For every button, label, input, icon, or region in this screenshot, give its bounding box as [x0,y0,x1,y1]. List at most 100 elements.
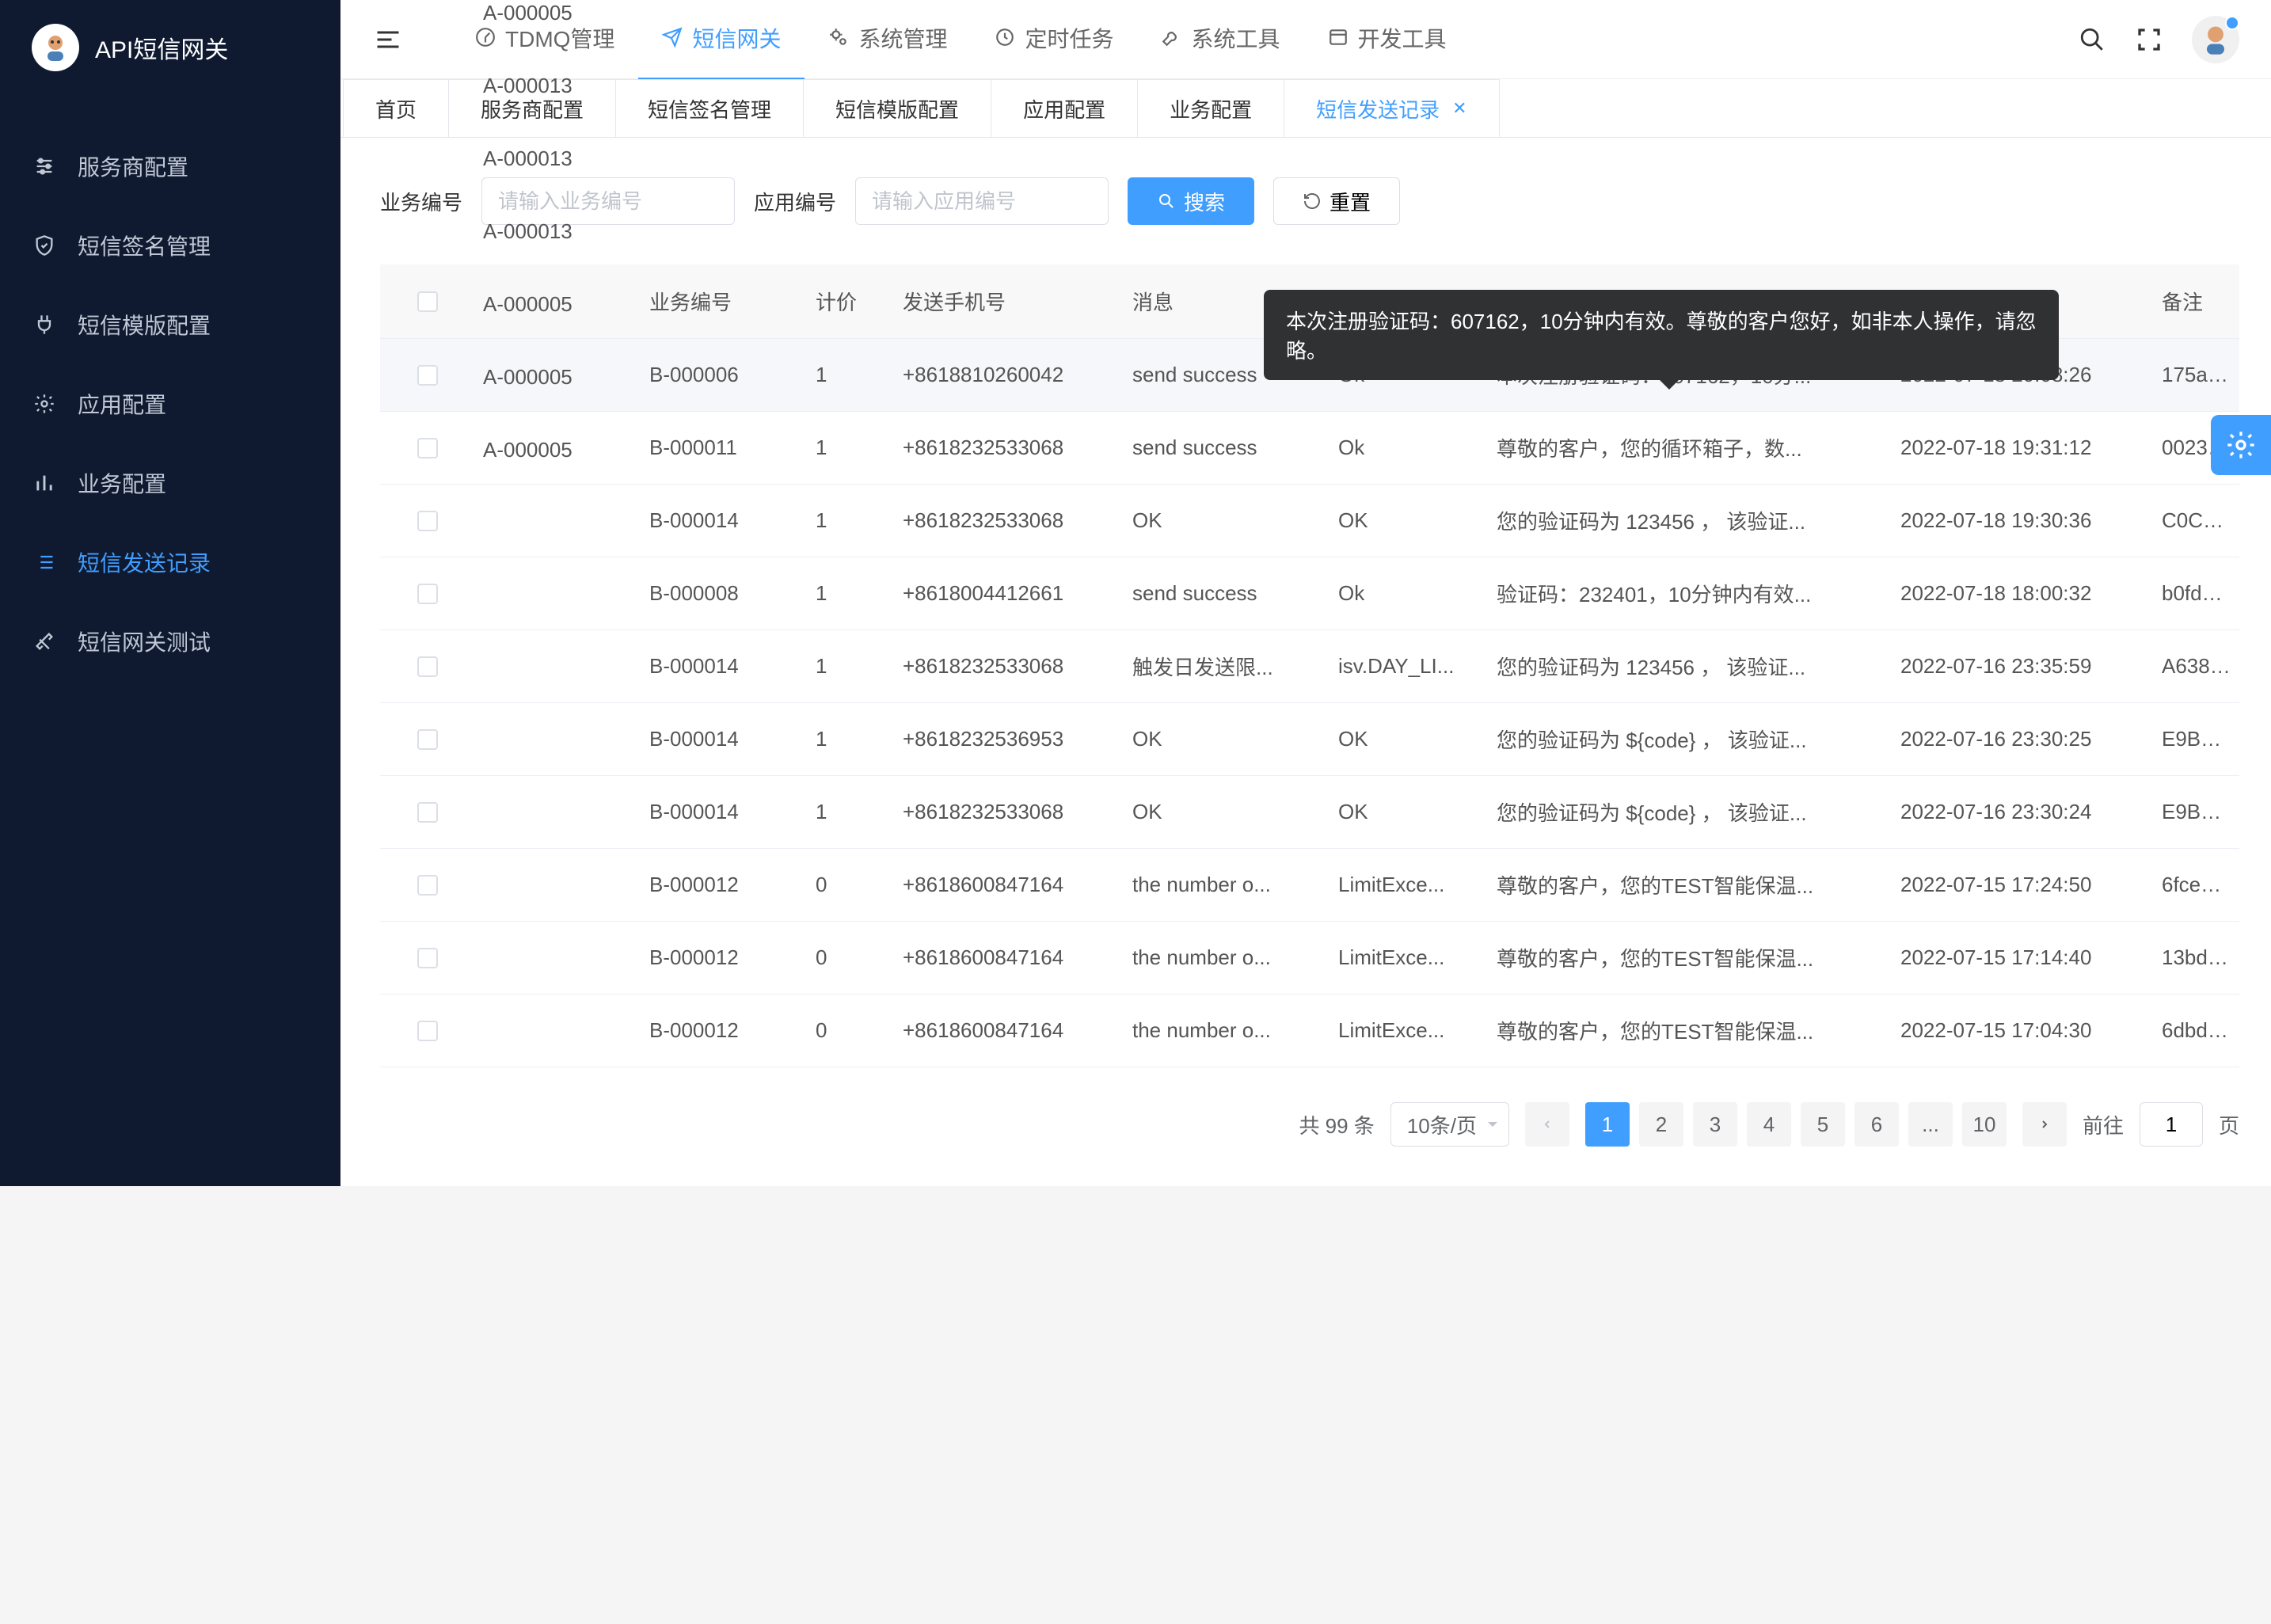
table-row[interactable]: A-000005 B-000012 0 +8618600847164 the n… [380,922,2239,995]
cell-msg: 触发日发送限... [1124,652,1330,681]
topnav-item-5[interactable]: 开发工具 [1304,0,1470,80]
topnav-item-3[interactable]: 定时任务 [971,0,1137,80]
cell-biz: B-000012 [641,945,808,970]
sidebar-item-1[interactable]: 短信签名管理 [0,206,340,285]
search-button[interactable]: 搜索 [1128,177,1254,225]
table-row[interactable]: A-000013 B-000014 1 +8618232536953 OK OK… [380,703,2239,776]
row-checkbox[interactable] [417,875,438,896]
cell-note: 6fcea153-... [2154,873,2239,897]
cell-body: 尊敬的客户，您的TEST智能保温... [1489,1016,1892,1045]
sidebar-item-label: 短信签名管理 [78,230,211,261]
reset-button[interactable]: 重置 [1273,177,1400,225]
top-nav: TDMQ管理短信网关系统管理定时任务系统工具开发工具 [451,0,2054,80]
topnav-item-label: 定时任务 [1025,22,1113,54]
cell-body: 尊敬的客户，您的TEST智能保温... [1489,870,1892,899]
select-all-checkbox[interactable] [417,291,438,312]
tab-0[interactable]: 首页 [343,79,449,137]
table-row[interactable]: A-000005 B-000012 0 +8618600847164 the n… [380,849,2239,922]
page-button-2[interactable]: 2 [1639,1102,1683,1147]
cell-time: 2022-07-15 17:24:50 [1892,873,2154,897]
goto-input[interactable] [2140,1102,2203,1147]
tab-label: 首页 [375,94,417,124]
tools-icon [32,629,57,654]
cell-time: 2022-07-18 19:31:12 [1892,435,2154,460]
row-checkbox[interactable] [417,438,438,458]
table-row[interactable]: A-000013 B-000014 1 +8618232533068 OK OK… [380,776,2239,849]
cell-biz: B-000014 [641,727,808,751]
row-checkbox[interactable] [417,948,438,968]
tab-2[interactable]: 短信签名管理 [615,79,804,137]
table-row[interactable]: A-000005 B-000011 1 +8618232533068 send … [380,412,2239,485]
page-button-4[interactable]: 4 [1747,1102,1791,1147]
page-size-select[interactable]: 10条/页 [1390,1102,1509,1147]
row-checkbox[interactable] [417,802,438,823]
row-checkbox[interactable] [417,729,438,750]
topnav-item-4[interactable]: 系统工具 [1137,0,1303,80]
cell-msg: send success [1124,581,1330,606]
page-button-1[interactable]: 1 [1585,1102,1630,1147]
cell-msg: OK [1124,800,1330,824]
search-icon [1157,192,1176,211]
table-row[interactable]: A-000005 B-000008 1 +8618004412661 send … [380,557,2239,630]
cell-biz: B-000014 [641,654,808,679]
col-count: 计价 [808,287,895,316]
cell-count: 0 [808,873,895,897]
prev-page-button[interactable] [1525,1102,1569,1147]
fullscreen-icon[interactable] [2135,25,2163,54]
cell-msg: the number o... [1124,945,1330,970]
cell-biz: B-000012 [641,1018,808,1043]
row-checkbox[interactable] [417,1021,438,1041]
table-row[interactable]: A-000013 B-000014 1 +8618232533068 触发日发送… [380,630,2239,703]
row-checkbox-cell [380,656,475,677]
settings-float-button[interactable] [2211,415,2271,475]
cell-time: 2022-07-15 17:04:30 [1892,1018,2154,1043]
sidebar-item-label: 业务配置 [78,467,166,499]
cell-count: 1 [808,727,895,751]
cell-time: 2022-07-18 19:30:36 [1892,508,2154,533]
cell-code: LimitExce... [1330,945,1489,970]
sidebar-item-4[interactable]: 业务配置 [0,443,340,523]
page-button-6[interactable]: 6 [1854,1102,1899,1147]
cell-phone: +8618232533068 [895,800,1124,824]
next-page-button[interactable] [2022,1102,2067,1147]
tab-5[interactable]: 业务配置 [1137,79,1284,137]
topnav-item-2[interactable]: 系统管理 [805,0,971,80]
table-row[interactable]: A-000005 B-000012 0 +8618600847164 the n… [380,995,2239,1067]
cell-code: Ok [1330,435,1489,460]
cell-body: 您的验证码为 ${code} ， 该验证... [1489,725,1892,754]
cell-msg: the number o... [1124,1018,1330,1043]
tab-label: 短信发送记录 [1316,94,1440,124]
page-button-10[interactable]: 10 [1962,1102,2007,1147]
cell-count: 1 [808,654,895,679]
tab-6[interactable]: 短信发送记录 ✕ [1284,79,1499,137]
sidebar-item-5[interactable]: 短信发送记录 [0,523,340,602]
tab-3[interactable]: 短信模版配置 [803,79,991,137]
cell-count: 1 [808,435,895,460]
cell-body: 尊敬的客户，您的循环箱子，数... [1489,433,1892,462]
sidebar-item-2[interactable]: 短信模版配置 [0,285,340,364]
filter-bar: 业务编号 应用编号 搜索 重置 [380,177,2239,225]
app-id-input[interactable] [855,177,1109,225]
cell-body: 您的验证码为 123456 ， 该验证... [1489,506,1892,535]
close-icon[interactable]: ✕ [1452,98,1466,119]
row-checkbox[interactable] [417,656,438,677]
row-checkbox-cell [380,365,475,386]
tab-4[interactable]: 应用配置 [991,79,1138,137]
sidebar-item-3[interactable]: 应用配置 [0,364,340,443]
sidebar-item-0[interactable]: 服务商配置 [0,127,340,206]
user-avatar[interactable] [2192,16,2239,63]
sidebar-item-label: 服务商配置 [78,150,188,182]
main: TDMQ管理短信网关系统管理定时任务系统工具开发工具 首页服务商配置短信签名管理… [340,0,2271,1186]
page-button-5[interactable]: 5 [1801,1102,1845,1147]
row-checkbox[interactable] [417,511,438,531]
row-checkbox[interactable] [417,584,438,604]
cell-phone: +8618232533068 [895,508,1124,533]
page-button-3[interactable]: 3 [1693,1102,1737,1147]
row-checkbox[interactable] [417,365,438,386]
search-icon[interactable] [2078,25,2106,54]
sidebar-item-6[interactable]: 短信网关测试 [0,602,340,681]
table-row[interactable]: A-000013 B-000014 1 +8618232533068 OK OK… [380,485,2239,557]
menu-toggle-icon[interactable] [372,24,404,55]
topnav-item-1[interactable]: 短信网关 [638,0,805,80]
col-biz: 业务编号 [641,287,808,316]
